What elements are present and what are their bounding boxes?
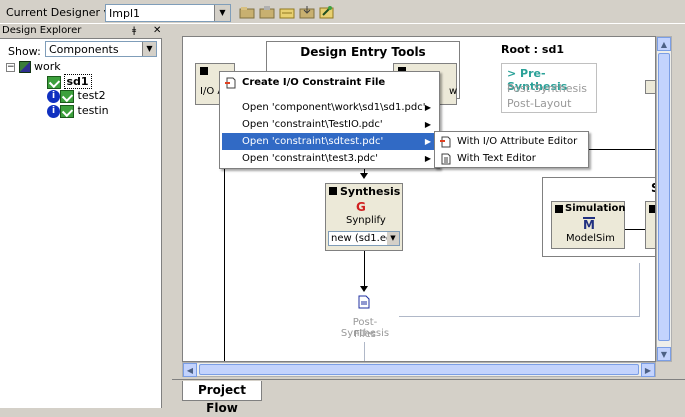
collapse-icon[interactable] xyxy=(649,205,655,213)
arrow-down-icon xyxy=(360,173,368,179)
synthesis-result-select[interactable]: new (sd1.edn ▼ xyxy=(328,231,400,246)
design-explorer-panel: Design Explorer ǂ ✕ Show: Components ▼ −… xyxy=(0,25,162,408)
vertical-scroll-thumb[interactable] xyxy=(658,53,670,341)
partial-button[interactable] xyxy=(645,80,655,94)
tree-item-label: testin xyxy=(77,104,109,117)
submenu-arrow-icon: ▶ xyxy=(424,103,431,112)
arrow-down-icon xyxy=(360,286,368,292)
tree-item-label: sd1 xyxy=(63,74,92,89)
wizard-icon[interactable] xyxy=(319,5,335,19)
menu-item-open-testio-pdc[interactable]: Open 'constraint\TestIO.pdc' ▶ xyxy=(222,116,437,133)
flow-line xyxy=(364,251,365,289)
close-icon[interactable]: ✕ xyxy=(153,25,161,36)
root-label: Root : sd1 xyxy=(501,43,564,56)
vertical-scrollbar[interactable]: ▲ ▼ xyxy=(656,36,672,362)
chevron-down-icon[interactable]: ▼ xyxy=(142,42,156,56)
tree-item-label: test2 xyxy=(77,89,106,102)
menu-item-open-test3-pdc[interactable]: Open 'constraint\test3.pdc' ▶ xyxy=(222,150,437,167)
horizontal-scroll-thumb[interactable] xyxy=(199,364,639,375)
post-synthesis-files-label: Files xyxy=(354,329,376,340)
context-menu: Create I/O Constraint File Open 'compone… xyxy=(219,71,440,169)
constraint-file-icon xyxy=(225,77,236,89)
submenu-item-io-attribute-editor[interactable]: With I/O Attribute Editor xyxy=(437,133,586,150)
pin-icon[interactable]: ǂ xyxy=(132,26,136,36)
synthesis-title: Synthesis xyxy=(340,185,401,198)
flow-line xyxy=(639,263,640,317)
tree-item-work[interactable]: − work xyxy=(6,59,61,75)
horizontal-scrollbar[interactable]: ◀ ▶ xyxy=(182,362,656,377)
synthesis-box[interactable]: Synthesis G Synplify new (sd1.edn ▼ xyxy=(325,183,403,251)
context-submenu: With I/O Attribute Editor With Text Edit… xyxy=(434,131,589,168)
show-label: Show: xyxy=(8,45,41,58)
menu-item-open-sd1-pdc[interactable]: Open 'component\work\sd1\sd1.pdc' ▶ xyxy=(222,99,437,116)
submenu-arrow-icon: ▶ xyxy=(424,120,431,129)
menu-item-label: Open 'constraint\TestIO.pdc' xyxy=(242,119,383,130)
submenu-item-label: With Text Editor xyxy=(457,153,536,164)
simulation-title: Simulation xyxy=(565,203,626,214)
design-file-icon xyxy=(60,104,74,118)
simulation-tool-label: ModelSim xyxy=(566,233,615,244)
scroll-down-icon[interactable]: ▼ xyxy=(657,347,671,361)
design-file-icon xyxy=(60,89,74,103)
view-post-layout[interactable]: Post-Layout xyxy=(507,97,571,110)
scroll-left-icon[interactable]: ◀ xyxy=(183,363,197,377)
designer-view-value: Impl1 xyxy=(109,7,140,20)
open-project-icon[interactable] xyxy=(239,5,255,19)
submenu-item-text-editor[interactable]: With Text Editor xyxy=(437,150,586,167)
flow-line xyxy=(399,316,640,317)
show-select-value: Components xyxy=(49,43,119,56)
info-icon: i xyxy=(47,89,60,103)
partial-tool-box[interactable] xyxy=(645,201,655,249)
collapse-icon[interactable] xyxy=(555,205,563,213)
import-icon[interactable] xyxy=(299,5,315,19)
scroll-up-icon[interactable]: ▲ xyxy=(657,37,671,51)
simulation-box[interactable]: Simulation M ModelSim xyxy=(551,201,626,249)
menu-item-label: Open 'constraint\test3.pdc' xyxy=(242,153,379,164)
view-post-synthesis[interactable]: Post-Synthesis xyxy=(507,82,587,95)
info-icon: i xyxy=(47,104,60,118)
design-explorer-header: Design Explorer ǂ ✕ xyxy=(0,25,162,39)
design-file-icon xyxy=(47,75,61,89)
text-editor-icon xyxy=(441,153,451,165)
flow-line xyxy=(364,342,365,361)
designer-view-select[interactable]: Impl1 ▼ xyxy=(105,4,231,22)
tree-item-testin[interactable]: i testin xyxy=(47,103,109,119)
synthesis-tool-label: Synplify xyxy=(346,215,386,226)
show-select[interactable]: Components ▼ xyxy=(45,41,157,57)
document-icon[interactable] xyxy=(358,295,370,309)
design-entry-tools-title: Design Entry Tools xyxy=(300,45,426,59)
collapse-icon[interactable]: − xyxy=(6,62,15,72)
collapse-icon[interactable] xyxy=(329,187,337,195)
tree-item-label: work xyxy=(34,60,61,73)
design-explorer-title: Design Explorer xyxy=(2,25,82,36)
menu-item-open-sdtest-pdc[interactable]: Open 'constraint\sdtest.pdc' ▶ xyxy=(222,133,437,150)
toolbar: Current Designer view: Impl1 ▼ xyxy=(0,0,685,24)
chevron-down-icon[interactable]: ▼ xyxy=(214,5,230,21)
menu-item-label: Open 'constraint\sdtest.pdc' xyxy=(242,136,384,147)
submenu-arrow-icon: ▶ xyxy=(424,154,431,163)
submenu-arrow-icon: ▶ xyxy=(424,137,431,146)
tab-project-flow[interactable]: Project Flow xyxy=(182,381,262,415)
flow-view-list[interactable]: > Pre-Synthesis Post-Synthesis Post-Layo… xyxy=(501,63,597,113)
menu-item-label: Open 'component\work\sd1\sd1.pdc' xyxy=(242,102,426,113)
submenu-item-label: With I/O Attribute Editor xyxy=(457,136,578,147)
partial-tool-label: w xyxy=(449,86,458,97)
menu-item-label: Create I/O Constraint File xyxy=(242,77,386,88)
io-editor-icon xyxy=(440,136,451,148)
menu-item-create-io-constraint[interactable]: Create I/O Constraint File xyxy=(222,74,437,91)
library-icon xyxy=(18,61,31,73)
tree-item-test2[interactable]: i test2 xyxy=(47,88,106,104)
collapse-icon[interactable] xyxy=(200,67,208,75)
scroll-right-icon[interactable]: ▶ xyxy=(641,363,655,377)
synplify-icon: G xyxy=(356,200,366,214)
flow-line xyxy=(625,229,645,230)
open-folder-icon[interactable] xyxy=(279,5,295,19)
close-project-icon[interactable] xyxy=(259,5,275,19)
chevron-down-icon[interactable]: ▼ xyxy=(387,232,399,245)
modelsim-icon: M xyxy=(583,217,595,232)
